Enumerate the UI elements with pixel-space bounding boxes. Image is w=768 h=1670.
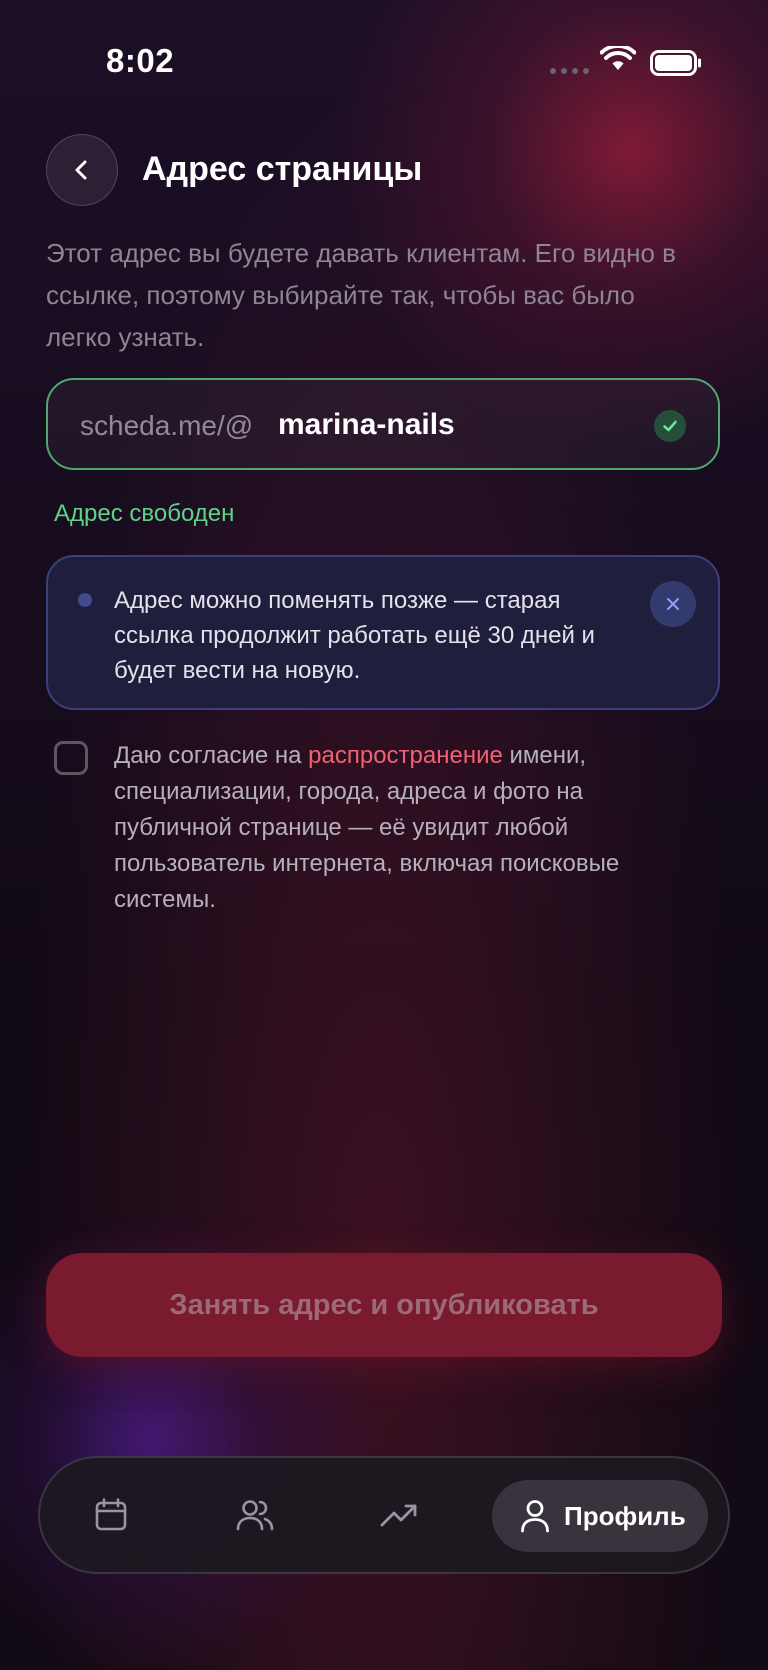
battery-icon — [650, 50, 702, 81]
check-icon — [654, 410, 686, 442]
profile-icon — [521, 1500, 549, 1533]
distribution-link[interactable]: распространение — [308, 742, 503, 769]
close-icon — [667, 598, 679, 610]
trending-icon — [380, 1504, 417, 1527]
chevron-left-icon — [75, 160, 87, 180]
nav-analytics[interactable] — [374, 1490, 424, 1540]
nav-profile[interactable]: Профиль — [492, 1480, 708, 1552]
info-text: Адрес можно поменять позже — старая ссыл… — [114, 587, 595, 684]
availability-status: Адрес свободен — [54, 500, 235, 527]
url-prefix: scheda.me/@ — [80, 410, 254, 441]
consent-text: Даю согласие на распространение имени, с… — [114, 738, 684, 918]
nav-profile-label: Профиль — [564, 1500, 686, 1531]
close-info-button[interactable] — [650, 581, 696, 627]
clients-icon — [236, 1500, 274, 1531]
back-button[interactable] — [46, 134, 118, 206]
wifi-icon — [599, 44, 637, 77]
signal-dots-icon — [550, 68, 589, 74]
status-time: 8:02 — [106, 42, 175, 79]
bottom-nav: Профиль — [38, 1456, 730, 1574]
nav-clients[interactable] — [230, 1490, 280, 1540]
info-card: Адрес можно поменять позже — старая ссыл… — [46, 555, 720, 710]
publish-button-label: Занять адрес и опубликовать — [169, 1288, 599, 1321]
address-input[interactable]: marina-nails — [278, 408, 455, 442]
page-title: Адрес страницы — [142, 150, 423, 188]
page-address-field[interactable]: scheda.me/@ marina-nails — [46, 378, 720, 470]
bullet-icon — [78, 593, 92, 607]
nav-calendar[interactable] — [86, 1490, 136, 1540]
publish-button[interactable]: Занять адрес и опубликовать — [46, 1253, 722, 1357]
calendar-icon — [95, 1498, 127, 1531]
consent-checkbox[interactable] — [54, 741, 88, 775]
consent-text-start: Даю согласие на — [114, 742, 309, 769]
page-description: Этот адрес вы будете давать клиентам. Ег… — [46, 238, 676, 352]
